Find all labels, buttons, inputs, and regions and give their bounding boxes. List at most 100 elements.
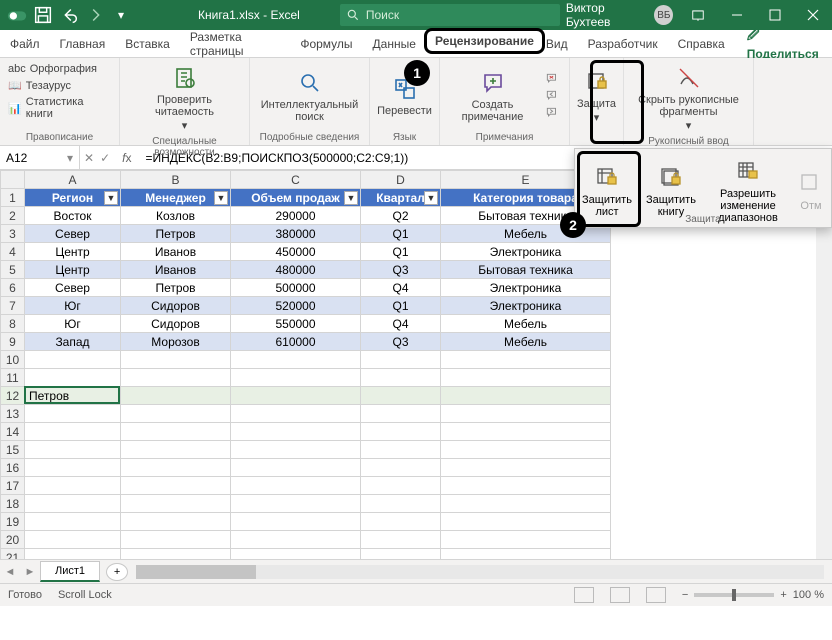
data-cell[interactable] (231, 477, 361, 495)
data-cell[interactable] (441, 423, 611, 441)
workbook-stats-button[interactable]: 📊Статистика книги (8, 95, 111, 121)
data-cell[interactable] (441, 513, 611, 531)
data-cell[interactable] (25, 459, 121, 477)
data-cell[interactable] (231, 513, 361, 531)
data-cell[interactable] (25, 495, 121, 513)
check-accessibility-button[interactable]: Проверить читаемость ▾ (128, 62, 241, 134)
data-cell[interactable] (441, 351, 611, 369)
cancel-formula-button[interactable]: ✕ (84, 151, 94, 165)
data-cell[interactable]: Юг (25, 315, 121, 333)
qat-more[interactable]: ▾ (110, 4, 132, 26)
data-cell[interactable]: Q1 (361, 297, 441, 315)
search-box[interactable] (340, 4, 560, 26)
data-cell[interactable]: Юг (25, 297, 121, 315)
data-cell[interactable]: Петров (25, 387, 121, 405)
row-header[interactable]: 11 (1, 369, 25, 387)
data-cell[interactable]: Электроника (441, 243, 611, 261)
accept-formula-button[interactable]: ✓ (100, 151, 110, 165)
row-header[interactable]: 2 (1, 207, 25, 225)
row-header[interactable]: 5 (1, 261, 25, 279)
account-button[interactable]: Виктор Бухтеев ВБ (560, 1, 680, 29)
row-header[interactable]: 8 (1, 315, 25, 333)
row-header[interactable]: 10 (1, 351, 25, 369)
row-header[interactable]: 19 (1, 513, 25, 531)
data-cell[interactable] (441, 531, 611, 549)
data-cell[interactable] (25, 369, 121, 387)
data-cell[interactable] (25, 351, 121, 369)
tab-pagelayout[interactable]: Разметка страницы (180, 30, 291, 57)
data-cell[interactable] (231, 441, 361, 459)
data-cell[interactable] (231, 369, 361, 387)
view-page-break-button[interactable] (646, 587, 666, 603)
data-cell[interactable] (121, 495, 231, 513)
data-cell[interactable] (25, 531, 121, 549)
data-cell[interactable] (441, 459, 611, 477)
row-header[interactable]: 18 (1, 495, 25, 513)
sheet-tab[interactable]: Лист1 (40, 561, 100, 582)
row-header[interactable]: 21 (1, 549, 25, 561)
vertical-scrollbar[interactable] (816, 188, 832, 559)
row-header[interactable]: 17 (1, 477, 25, 495)
row-header[interactable]: 9 (1, 333, 25, 351)
data-cell[interactable] (231, 549, 361, 561)
data-cell[interactable] (361, 387, 441, 405)
spelling-button[interactable]: abcОрфография (8, 62, 97, 76)
new-comment-button[interactable]: Создать примечание (448, 67, 537, 125)
data-cell[interactable] (121, 513, 231, 531)
smart-lookup-button[interactable]: Интеллектуальный поиск (257, 67, 362, 125)
horizontal-scrollbar[interactable] (136, 565, 824, 579)
data-cell[interactable]: Q4 (361, 315, 441, 333)
delete-comment-button[interactable] (543, 72, 561, 86)
undo-button[interactable] (58, 4, 80, 26)
data-cell[interactable] (25, 477, 121, 495)
data-cell[interactable]: Козлов (121, 207, 231, 225)
data-cell[interactable]: Q3 (361, 333, 441, 351)
autosave-toggle[interactable] (6, 4, 28, 26)
data-cell[interactable]: Центр (25, 261, 121, 279)
tab-review[interactable]: Рецензирование (424, 28, 545, 54)
select-all-cell[interactable] (1, 171, 25, 189)
tab-formulas[interactable]: Формулы (290, 30, 362, 57)
data-cell[interactable] (361, 369, 441, 387)
zoom-level[interactable]: 100 % (793, 589, 824, 601)
name-box[interactable]: A12▾ (0, 146, 80, 169)
data-cell[interactable] (25, 423, 121, 441)
view-page-layout-button[interactable] (610, 587, 630, 603)
data-cell[interactable] (361, 405, 441, 423)
row-header[interactable]: 6 (1, 279, 25, 297)
data-cell[interactable] (25, 405, 121, 423)
data-cell[interactable]: Север (25, 279, 121, 297)
data-cell[interactable] (121, 387, 231, 405)
protect-dropdown[interactable]: Защита▾ (573, 66, 620, 126)
sheet-nav-prev[interactable]: ◄ (0, 566, 20, 578)
col-header[interactable]: A (25, 171, 121, 189)
hide-ink-button[interactable]: Скрыть рукописные фрагменты ▾ (632, 62, 745, 134)
data-cell[interactable] (441, 549, 611, 561)
data-cell[interactable] (121, 549, 231, 561)
col-header[interactable]: D (361, 171, 441, 189)
data-cell[interactable] (361, 459, 441, 477)
data-cell[interactable] (25, 549, 121, 561)
data-cell[interactable] (441, 495, 611, 513)
data-cell[interactable]: 450000 (231, 243, 361, 261)
data-cell[interactable] (121, 405, 231, 423)
col-header[interactable]: C (231, 171, 361, 189)
row-header[interactable]: 7 (1, 297, 25, 315)
filter-dropdown-icon[interactable]: ▼ (214, 191, 228, 205)
grid[interactable]: ABCDE1Регион▼Менеджер▼Объем продаж▼Кварт… (0, 170, 832, 560)
data-cell[interactable]: 610000 (231, 333, 361, 351)
data-cell[interactable]: 500000 (231, 279, 361, 297)
data-cell[interactable] (231, 351, 361, 369)
data-cell[interactable] (231, 423, 361, 441)
data-cell[interactable] (361, 441, 441, 459)
data-cell[interactable] (121, 477, 231, 495)
add-sheet-button[interactable]: + (106, 563, 128, 581)
data-cell[interactable]: Петров (121, 225, 231, 243)
tab-insert[interactable]: Вставка (115, 30, 180, 57)
row-header[interactable]: 3 (1, 225, 25, 243)
data-cell[interactable]: 550000 (231, 315, 361, 333)
tab-help[interactable]: Справка (668, 30, 735, 57)
share-button[interactable]: 🖉 Поделиться (735, 26, 832, 61)
data-cell[interactable]: Запад (25, 333, 121, 351)
data-cell[interactable] (361, 495, 441, 513)
